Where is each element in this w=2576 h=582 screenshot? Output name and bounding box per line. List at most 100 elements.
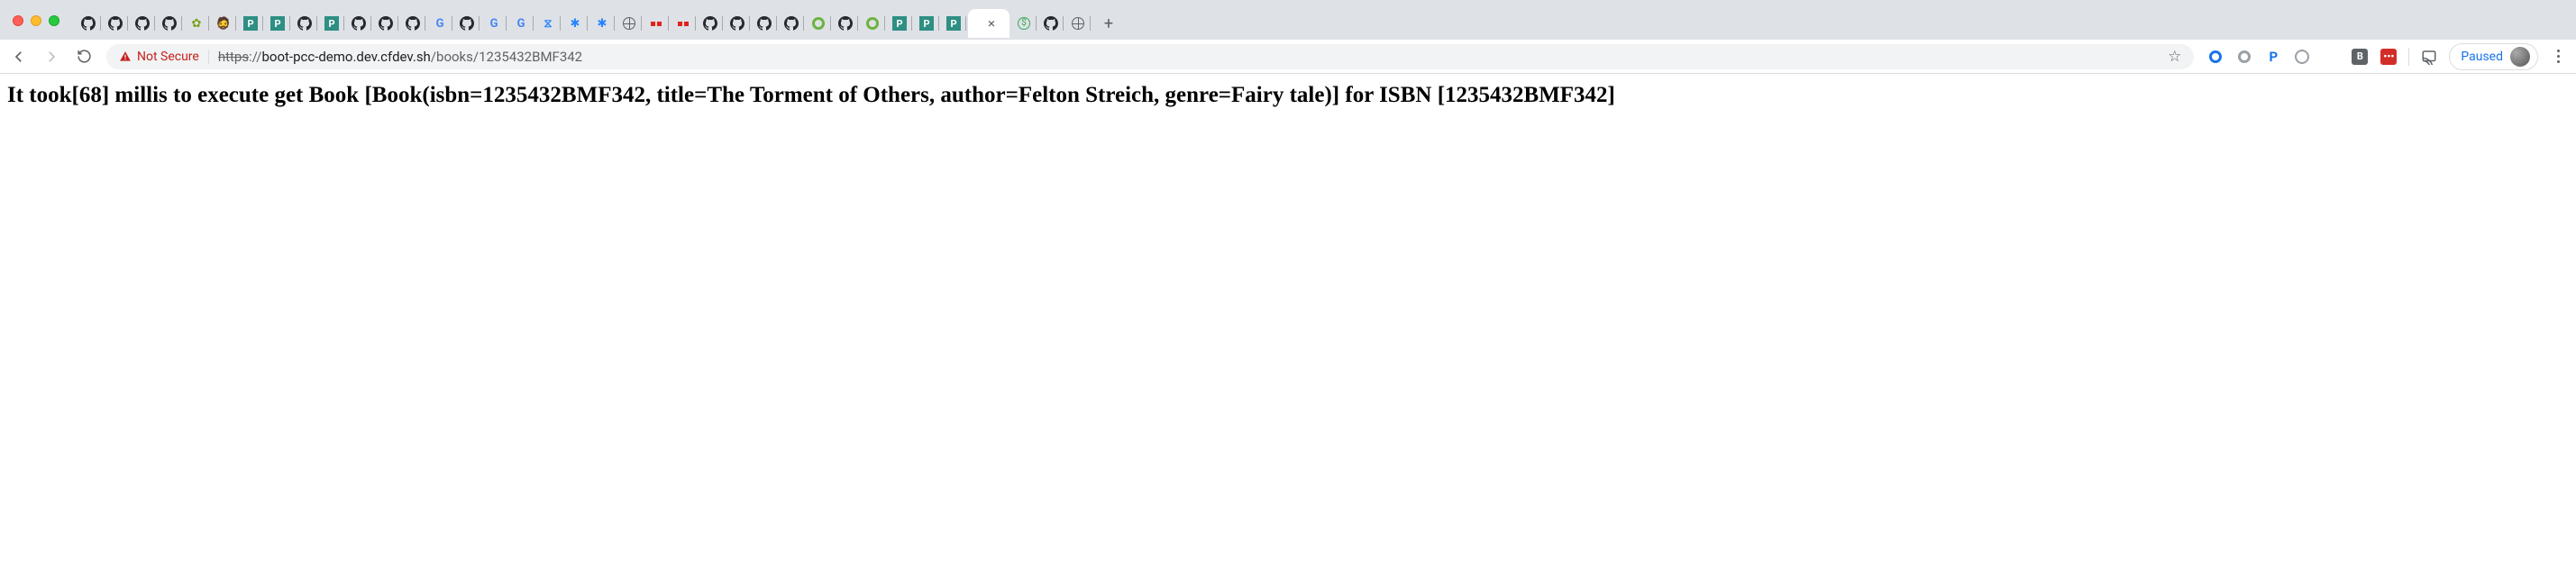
lastpass-extension-icon[interactable]: ••• [2380,48,2398,66]
not-secure-warning[interactable]: Not Secure [119,50,199,64]
tab[interactable]: ✱ [562,9,588,38]
tab[interactable] [860,9,885,38]
spring-icon [865,16,880,31]
tab[interactable]: 🧔 [211,9,236,38]
aws-icon: ✿ [189,16,204,31]
pivotal-icon: P [892,16,907,31]
tab[interactable] [833,9,858,38]
blue-circle-extension-icon[interactable] [2206,48,2224,66]
bookmark-star-icon[interactable]: ☆ [2168,48,2181,66]
tab[interactable]: $ [1011,9,1037,38]
tab[interactable] [454,9,480,38]
tab[interactable]: G [427,9,452,38]
back-button[interactable] [9,47,29,67]
profile-avatar-icon [2510,47,2530,67]
url-path: /books/1235432BMF342 [431,49,582,65]
react-devtools-extension-icon[interactable] [2293,48,2311,66]
tab[interactable]: P [941,9,966,38]
tab[interactable] [130,9,155,38]
pivotal-icon: P [324,16,339,31]
page-content: It took[68] millis to execute get Book [… [0,74,2576,116]
github-icon [757,16,772,31]
github-icon [297,16,312,31]
pivotal-icon: P [270,16,285,31]
dollar-circle-icon: $ [1018,17,1030,30]
address-bar[interactable]: Not Secure https://boot-pcc-demo.dev.cfd… [106,44,2194,69]
google-icon: G [487,16,501,31]
window-minimize-button[interactable] [31,15,41,26]
url-scheme: https [218,49,249,65]
tab[interactable] [1038,9,1064,38]
globe-icon [1071,16,1085,31]
address-separator [208,50,209,64]
tab[interactable]: P [238,9,263,38]
github-icon [352,16,366,31]
github-icon [1044,16,1058,31]
tab[interactable] [1065,9,1091,38]
new-tab-button[interactable]: + [1096,11,1121,36]
profile-paused-pill[interactable]: Paused [2449,43,2538,70]
window-controls [13,15,59,26]
jenkins-icon: 🧔 [216,16,231,31]
tab[interactable]: G [508,9,534,38]
chrome-menu-button[interactable] [2549,50,2567,63]
jira-icon: ✱ [595,16,609,31]
red-squares-icon [649,16,663,31]
tab[interactable] [292,9,317,38]
pivotal-icon: P [919,16,934,31]
tab[interactable] [725,9,750,38]
tab[interactable]: ⧖ [535,9,561,38]
tab[interactable]: P [265,9,290,38]
tab[interactable]: P [914,9,939,38]
tab-active[interactable]: × [968,9,1009,38]
page-heading: It took[68] millis to execute get Book [… [7,81,2569,109]
github-icon [460,16,474,31]
grey-circle-extension-icon[interactable] [2235,48,2253,66]
url-host: boot-pcc-demo.dev.cfdev.sh [261,49,430,65]
github-icon [162,16,177,31]
pivotal-icon: P [946,16,961,31]
tab[interactable]: G [481,9,507,38]
reload-button[interactable] [74,47,94,67]
github-icon [703,16,717,31]
tab[interactable] [157,9,182,38]
pivotal-icon: P [243,16,258,31]
tab[interactable] [373,9,398,38]
tab[interactable] [644,9,669,38]
tab[interactable] [617,9,642,38]
extensions-area: P B ••• Paused [2206,43,2567,70]
code-brackets-extension-icon[interactable] [2322,48,2340,66]
forward-button[interactable] [41,47,61,67]
github-icon [379,16,393,31]
window-close-button[interactable] [13,15,23,26]
globe-icon [622,16,636,31]
jira-icon: ✱ [568,16,582,31]
close-tab-icon[interactable]: × [988,17,995,31]
P-blue-extension-icon[interactable]: P [2264,48,2282,66]
B-badge-extension-icon[interactable]: B [2351,48,2369,66]
cast-icon[interactable] [2420,48,2438,66]
tab[interactable] [346,9,371,38]
tab[interactable] [779,9,804,38]
tab[interactable] [806,9,831,38]
tab[interactable]: P [319,9,344,38]
tab[interactable] [103,9,128,38]
tab[interactable]: ✱ [589,9,615,38]
github-icon [81,16,96,31]
window-zoom-button[interactable] [49,15,59,26]
tab[interactable]: ✿ [184,9,209,38]
github-icon [784,16,799,31]
tab[interactable] [76,9,101,38]
tab[interactable] [698,9,723,38]
spring-icon [811,16,826,31]
github-icon [135,16,150,31]
not-secure-label: Not Secure [137,50,199,64]
tab[interactable] [671,9,696,38]
sourcetree-icon: ⧖ [541,16,555,31]
google-icon: G [433,16,447,31]
tab[interactable] [400,9,425,38]
github-icon [406,16,420,31]
tab[interactable] [752,9,777,38]
tab[interactable]: P [887,9,912,38]
google-icon: G [514,16,528,31]
